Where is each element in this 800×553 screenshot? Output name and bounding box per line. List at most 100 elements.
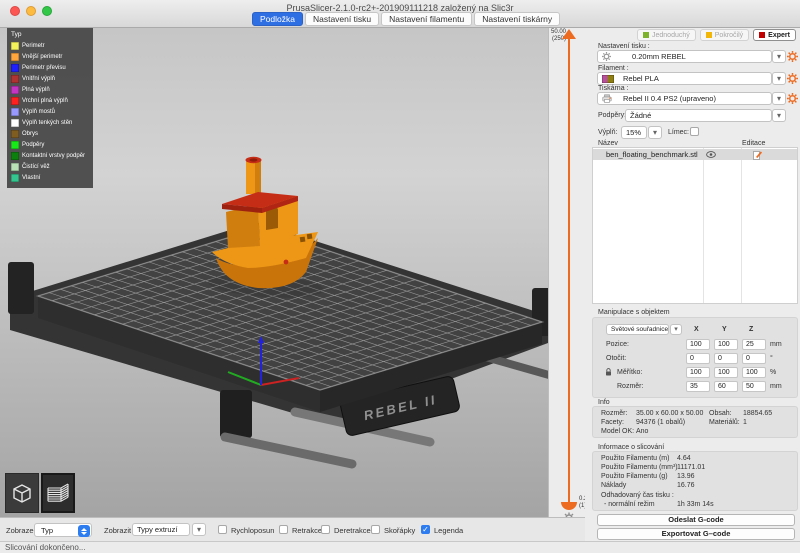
object-list-row[interactable]: ben_floating_benchmark.stl	[593, 149, 797, 160]
layer-slider-bottom-handle[interactable]	[561, 502, 577, 510]
legend-item: Plná výplň	[11, 84, 89, 95]
lock-icon[interactable]	[605, 368, 612, 376]
mode-simple-button[interactable]: Jednoduchý	[637, 29, 696, 41]
column-divider	[703, 148, 704, 303]
legend-label: Legenda	[434, 526, 463, 535]
rotate-y-input[interactable]: 0	[714, 353, 738, 364]
legend-item: Kontaktní vrstvy podpěr	[11, 150, 89, 161]
size-y-input[interactable]: 60	[714, 381, 738, 392]
color-swatch	[11, 108, 19, 116]
edit-icon[interactable]	[753, 150, 762, 160]
rotate-label: Otočit:	[606, 355, 626, 362]
sliced-row-label: Použito Filamentu (mm³)	[601, 464, 678, 471]
coordinates-dropdown-arrow[interactable]: ▾	[670, 324, 682, 335]
filament-color-swatch	[602, 75, 614, 83]
sliced-row-label: - normální režim	[604, 501, 655, 508]
printer-post-left	[8, 262, 34, 314]
editor-view-button[interactable]	[5, 473, 39, 513]
scale-y-input[interactable]: 100	[714, 367, 738, 378]
layer-slider-track[interactable]	[568, 38, 570, 502]
deretractions-checkbox[interactable]	[321, 525, 330, 534]
legend-item: Vnitřní výplň	[11, 73, 89, 84]
rotate-unit: °	[770, 355, 773, 362]
retractions-checkbox[interactable]	[279, 525, 288, 534]
tab-plater[interactable]: Podložka	[252, 12, 303, 26]
title-bar: PrusaSlicer-2.1.0-rc2+-201909111218 zalo…	[0, 0, 800, 28]
popup-stepper-icon	[78, 525, 90, 537]
color-swatch	[11, 174, 19, 182]
supports-dropdown-arrow[interactable]: ▾	[772, 109, 786, 122]
send-gcode-button[interactable]: Odeslat G-code	[597, 514, 795, 526]
legend-checkbox[interactable]: ✓	[421, 525, 430, 534]
rotate-x-input[interactable]: 0	[686, 353, 710, 364]
show-combo-dropdown-arrow[interactable]: ▾	[192, 523, 206, 536]
sliced-row-value: 13.96	[677, 473, 695, 480]
printer-gear-button[interactable]	[787, 93, 798, 104]
info-modelok-value: Ano	[636, 428, 648, 435]
position-y-input[interactable]: 100	[714, 339, 738, 350]
infill-combo[interactable]: 15%	[621, 126, 647, 139]
sliced-row-label: Použito Filamentu (m)	[601, 455, 669, 462]
print-settings-dropdown-arrow[interactable]: ▾	[772, 50, 786, 63]
rotate-z-input[interactable]: 0	[742, 353, 766, 364]
view-mode-buttons	[5, 473, 75, 513]
object-name: ben_floating_benchmark.stl	[606, 149, 698, 160]
printer-combo[interactable]: Rebel II 0.4 PS2 (upraveno)	[597, 92, 772, 105]
filament-gear-button[interactable]	[787, 73, 798, 84]
scale-z-input[interactable]: 100	[742, 367, 766, 378]
tab-filament-settings[interactable]: Nastavení filamentu	[381, 12, 472, 26]
color-swatch	[11, 53, 19, 61]
3d-viewport[interactable]: REBEL II	[0, 28, 548, 517]
tab-printer-settings[interactable]: Nastavení tiskárny	[474, 12, 560, 26]
coordinates-combo[interactable]: Světové souřadnice	[606, 324, 669, 335]
layers-icon	[45, 481, 71, 505]
tab-print-settings[interactable]: Nastavení tisku	[305, 12, 379, 26]
brim-checkbox[interactable]	[690, 127, 699, 136]
preview-view-button[interactable]	[41, 473, 75, 513]
simple-mode-icon	[643, 32, 649, 38]
infill-label: Výplň:	[598, 129, 617, 136]
travel-checkbox[interactable]	[218, 525, 227, 534]
eye-icon[interactable]	[706, 151, 716, 158]
color-swatch	[11, 141, 19, 149]
print-settings-combo[interactable]: 0.20mm REBEL	[597, 50, 772, 63]
position-unit: mm	[770, 341, 782, 348]
chimney-shade	[255, 160, 261, 194]
position-x-input[interactable]: 100	[686, 339, 710, 350]
export-gcode-button[interactable]: Exportovat G–code	[597, 528, 795, 540]
info-title: Info	[598, 399, 610, 406]
deretractions-label: Deretrakce	[334, 526, 371, 535]
size-x-input[interactable]: 35	[686, 381, 710, 392]
mode-advanced-button[interactable]: Pokročilý	[700, 29, 749, 41]
view-popup[interactable]: Typ	[34, 523, 92, 537]
legend-item: Obrys	[11, 128, 89, 139]
size-z-input[interactable]: 50	[742, 381, 766, 392]
filament-dropdown-arrow[interactable]: ▾	[772, 72, 786, 85]
scale-x-input[interactable]: 100	[686, 367, 710, 378]
legend-item: Vlastní	[11, 172, 89, 183]
position-z-input[interactable]: 25	[742, 339, 766, 350]
infill-dropdown-arrow[interactable]: ▾	[648, 126, 662, 139]
scale-label: Měřítko:	[617, 369, 642, 376]
printer-post-front	[220, 390, 252, 438]
object-list[interactable]: ben_floating_benchmark.stl	[592, 147, 798, 304]
mode-switcher: Jednoduchý Pokročilý Expert	[637, 29, 796, 41]
hull-window	[307, 234, 313, 240]
size-unit: mm	[770, 383, 782, 390]
supports-combo[interactable]: Žádné	[625, 109, 772, 122]
color-swatch	[11, 130, 19, 138]
printer-dropdown-arrow[interactable]: ▾	[772, 92, 786, 105]
shells-checkbox[interactable]	[371, 525, 380, 534]
sidebar: Jednoduchý Pokročilý Expert Nastavení ti…	[585, 28, 800, 541]
show-combo[interactable]: Typy extruzí	[132, 523, 190, 536]
info-facets-label: Facety:	[601, 419, 624, 426]
hull-window	[300, 237, 306, 243]
filament-combo[interactable]: Rebel PLA	[597, 72, 772, 85]
travel-label: Rychloposun	[231, 526, 274, 535]
size-label: Rozměr:	[617, 383, 643, 390]
manipulation-title: Manipulace s objektem	[598, 309, 670, 316]
mode-expert-button[interactable]: Expert	[753, 29, 796, 41]
info-panel: Rozměr: 35.00 x 60.00 x 50.00 Obsah: 188…	[592, 406, 798, 438]
print-settings-gear-button[interactable]	[787, 51, 798, 62]
info-size-label: Rozměr:	[601, 410, 627, 417]
